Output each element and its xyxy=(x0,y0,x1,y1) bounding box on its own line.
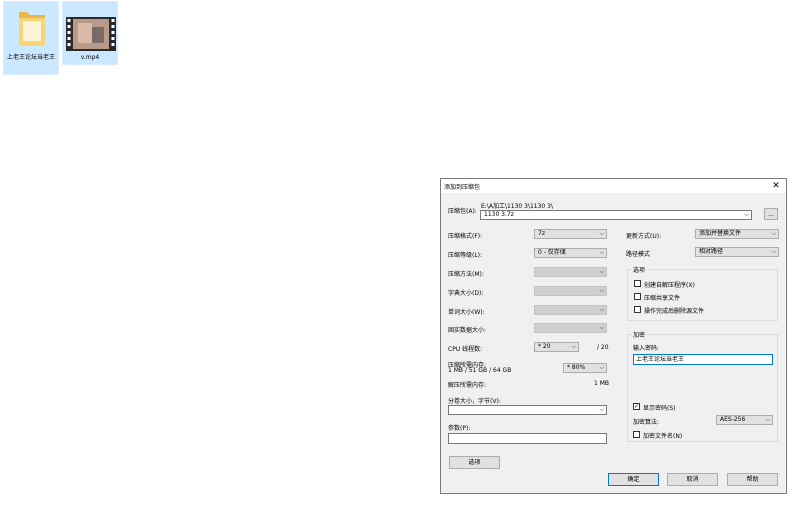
chevron-down-icon: ⌵ xyxy=(599,324,604,331)
path-select[interactable]: 相对路径 ⌵ xyxy=(695,247,779,257)
split-label: 分卷大小，字节(V): xyxy=(448,398,501,405)
encryption-method-value: AES-256 xyxy=(720,416,746,423)
chevron-down-icon: ⌵ xyxy=(771,230,776,237)
format-select[interactable]: 7z ⌵ xyxy=(534,229,607,239)
folder-icon xyxy=(19,12,45,46)
shared-files-checkbox[interactable] xyxy=(634,293,641,300)
chevron-down-icon: ⌵ xyxy=(765,416,770,423)
title-bar: 添加到压缩包 ✕ xyxy=(441,179,786,193)
video-file-icon xyxy=(66,17,116,51)
path-value: 相对路径 xyxy=(699,248,724,255)
options-group-title: 选项 xyxy=(632,265,647,274)
dialog-title: 添加到压缩包 xyxy=(444,184,481,191)
ok-button[interactable]: 确定 xyxy=(608,473,659,486)
cancel-button[interactable]: 取消 xyxy=(667,473,718,486)
desktop-video-item[interactable]: v.mp4 xyxy=(62,1,118,65)
decomp-value: 1 MB xyxy=(594,380,610,387)
show-password-label: 显示密码(S) xyxy=(643,405,676,412)
archive-name-value: 1130 3.7z xyxy=(484,211,514,218)
chevron-down-icon: ⌵ xyxy=(599,406,604,413)
solid-select[interactable]: ⌵ xyxy=(534,323,607,333)
options-group: 选项 创建自解压程序(X) 压缩共享文件 操作完成后删除源文件 xyxy=(627,265,778,321)
level-select[interactable]: 0 - 仅存储 ⌵ xyxy=(534,248,607,258)
chevron-down-icon: ⌵ xyxy=(771,248,776,255)
cpu-value: * 20 xyxy=(538,343,551,350)
method-label: 压缩方法(M): xyxy=(448,271,484,278)
word-select[interactable]: ⌵ xyxy=(534,305,607,315)
level-label: 压缩等级(L): xyxy=(448,252,483,259)
delete-after-checkbox[interactable] xyxy=(634,306,641,313)
desktop-folder-item[interactable]: 上老王论坛当老王 xyxy=(3,1,59,75)
dict-label: 字典大小(D): xyxy=(448,290,484,297)
encryption-group-title: 加密 xyxy=(632,330,647,339)
params-input[interactable] xyxy=(448,433,607,444)
password-value: 上老王论坛当老王 xyxy=(636,356,685,363)
split-size-combo[interactable]: ⌵ xyxy=(448,405,607,415)
browse-button[interactable]: ... xyxy=(764,208,778,220)
encrypt-names-label: 加密文件名(N) xyxy=(643,433,683,440)
chevron-down-icon: ⌵ xyxy=(599,364,604,371)
method-select[interactable]: ⌵ xyxy=(534,267,607,277)
add-to-archive-dialog: 添加到压缩包 ✕ 压缩包(A): E:\A加工\1130 3\1130 3\ 1… xyxy=(440,178,787,494)
mem-percent-select[interactable]: * 80% ⌵ xyxy=(563,363,607,373)
level-value: 0 - 仅存储 xyxy=(538,249,566,256)
password-input[interactable]: 上老王论坛当老王 xyxy=(633,354,773,365)
encryption-method-select[interactable]: AES-256 ⌵ xyxy=(716,415,773,425)
params-label: 参数(P): xyxy=(448,425,471,432)
format-value: 7z xyxy=(538,230,545,237)
chevron-down-icon: ⌵ xyxy=(744,211,749,218)
dict-select[interactable]: ⌵ xyxy=(534,286,607,296)
close-icon[interactable]: ✕ xyxy=(770,180,782,192)
mem-value: 1 MB / 51 GB / 64 GB xyxy=(448,367,512,374)
chevron-down-icon: ⌵ xyxy=(599,268,604,275)
cpu-total: / 20 xyxy=(597,344,609,351)
help-button[interactable]: 帮助 xyxy=(727,473,778,486)
encryption-group: 加密 输入密码: 上老王论坛当老王 ✓ 显示密码(S) 加密算法: AES-25… xyxy=(627,330,778,442)
encryption-method-label: 加密算法: xyxy=(633,419,660,426)
update-value: 添加并替换文件 xyxy=(699,230,742,237)
sfx-checkbox[interactable] xyxy=(634,280,641,287)
archive-path: E:\A加工\1130 3\1130 3\ xyxy=(481,203,553,210)
encrypt-names-checkbox[interactable] xyxy=(633,431,640,438)
shared-files-label: 压缩共享文件 xyxy=(644,295,681,302)
desktop-video-label: v.mp4 xyxy=(80,54,100,61)
chevron-down-icon: ⌵ xyxy=(599,306,604,313)
mem-percent-value: * 80% xyxy=(567,364,586,371)
solid-label: 固实数据大小: xyxy=(448,327,487,334)
update-label: 更新方式(U): xyxy=(626,233,662,240)
format-label: 压缩格式(F): xyxy=(448,233,483,240)
chevron-down-icon: ⌵ xyxy=(599,249,604,256)
archive-label: 压缩包(A): xyxy=(448,208,477,215)
desktop-folder-label: 上老王论坛当老王 xyxy=(6,54,55,61)
options-button[interactable]: 选项 xyxy=(449,456,500,469)
word-label: 单词大小(W): xyxy=(448,309,485,316)
show-password-checkbox[interactable]: ✓ xyxy=(633,403,640,410)
archive-name-combo[interactable]: 1130 3.7z ⌵ xyxy=(480,210,752,220)
cpu-label: CPU 线程数: xyxy=(448,346,483,353)
chevron-down-icon: ⌵ xyxy=(571,343,576,350)
chevron-down-icon: ⌵ xyxy=(599,230,604,237)
decomp-label: 解压所需内存: xyxy=(448,382,487,389)
chevron-down-icon: ⌵ xyxy=(599,287,604,294)
update-select[interactable]: 添加并替换文件 ⌵ xyxy=(695,229,779,239)
path-label: 路径模式 xyxy=(626,251,651,258)
cpu-threads-select[interactable]: * 20 ⌵ xyxy=(534,342,579,352)
password-label: 输入密码: xyxy=(633,345,660,352)
delete-after-label: 操作完成后删除源文件 xyxy=(644,308,705,315)
sfx-label: 创建自解压程序(X) xyxy=(644,282,695,289)
